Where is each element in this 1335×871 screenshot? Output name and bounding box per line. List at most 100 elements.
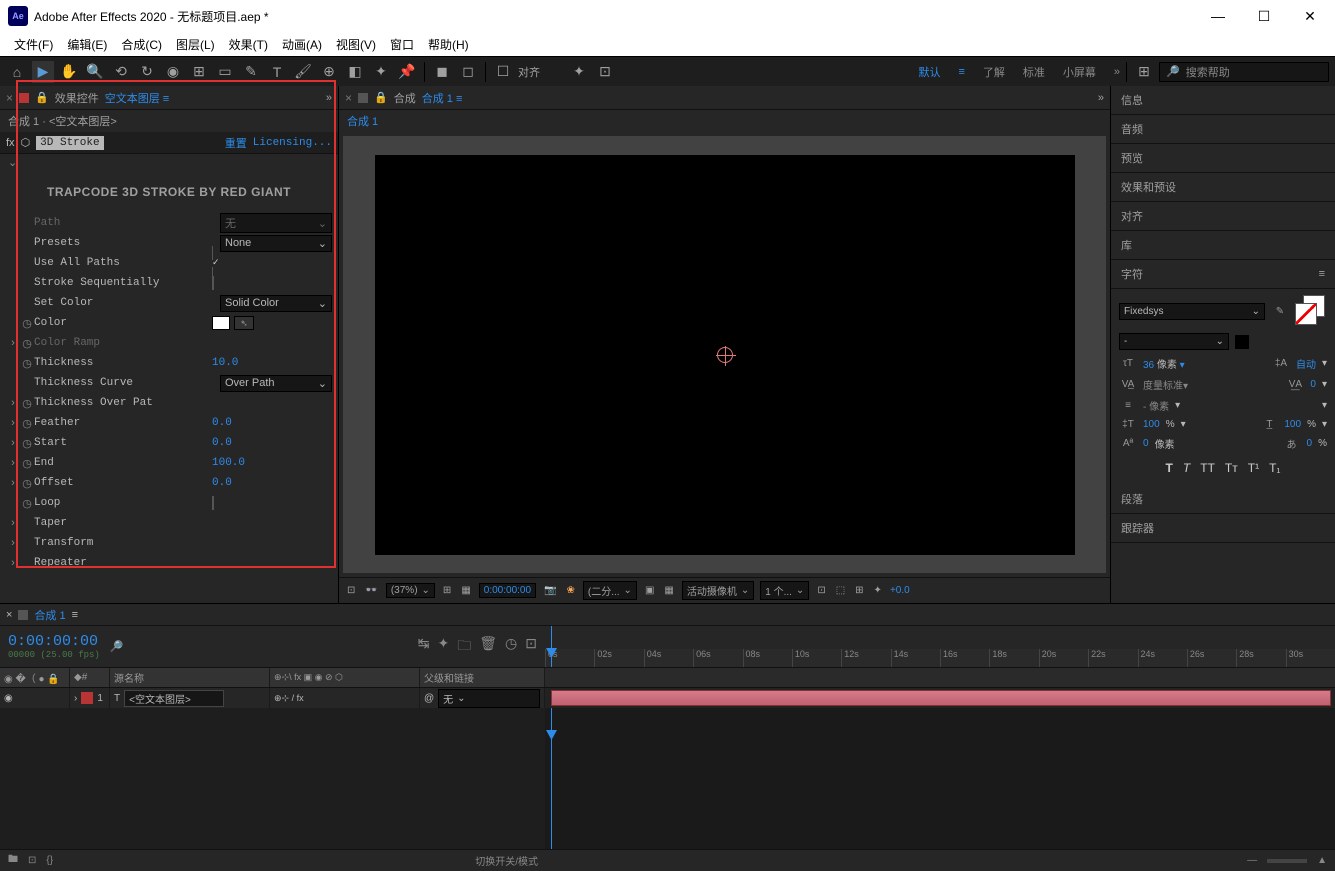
prop-loop-checkbox[interactable] [212,496,214,510]
panel-character[interactable]: 字符≡ [1111,260,1335,289]
composition-tab[interactable]: × 🔒 合成 合成 1 ≡ » [339,86,1110,110]
licensing-link[interactable]: Licensing... [253,137,332,149]
maximize-button[interactable]: ☐ [1241,1,1287,31]
prop-end-value[interactable]: 100.0 [212,457,332,469]
effect-name[interactable]: 3D Stroke [36,136,103,150]
workspace-overflow[interactable]: » [1114,66,1120,78]
workspace-learn[interactable]: 了解 [983,64,1005,80]
brush-tool[interactable]: 🖌 [292,61,314,83]
resolution-dropdown[interactable]: (二分... ⌄ [583,581,637,600]
layer-visibility-icon[interactable]: ◉ [0,688,70,708]
prop-taper-label[interactable]: Taper [34,517,332,529]
close-tab-icon[interactable]: × [6,91,13,105]
kerning-value[interactable]: 0 [1310,379,1316,390]
menu-anim[interactable]: 动画(A) [276,34,328,55]
layer-duration-bar[interactable] [551,690,1331,706]
baseline-value[interactable]: 0 [1143,438,1149,449]
tl-icon[interactable]: ⊡ [525,635,537,659]
effect-header[interactable]: fx ⬡ 3D Stroke 重置 Licensing... [0,132,338,154]
panel-info[interactable]: 信息 [1111,86,1335,115]
puppet-tool[interactable]: 📌 [396,61,418,83]
tl-icon[interactable]: ◷ [505,635,517,659]
exposure-value[interactable]: +0.0 [890,585,910,596]
views-dropdown[interactable]: 1 个... ⌄ [760,581,809,600]
panel-menu-icon[interactable]: ≡ [1319,268,1325,280]
panel-effects[interactable]: 效果和预设 [1111,173,1335,202]
tl-icon[interactable]: ↹ [418,635,430,659]
roto-tool[interactable]: ✦ [370,61,392,83]
layer-color[interactable] [81,692,93,704]
prop-feather-value[interactable]: 0.0 [212,417,332,429]
subscript-button[interactable]: T₁ [1269,461,1280,475]
eyedropper-icon[interactable]: ✎ [1271,306,1289,317]
lock-icon[interactable]: 🔒 [35,91,49,104]
tl-icon[interactable]: 🗑 [479,635,497,659]
smallcaps-button[interactable]: Tᴛ [1225,461,1238,475]
font-family-dropdown[interactable]: Fixedsys⌄ [1119,303,1265,320]
panel-align[interactable]: 对齐 [1111,202,1335,231]
parent-dropdown[interactable]: 无⌄ [438,689,540,708]
leading-value[interactable]: 自动 [1296,356,1316,371]
rect-tool[interactable]: ▭ [214,61,236,83]
menu-file[interactable]: 文件(F) [8,34,59,55]
prop-strokeseq-checkbox[interactable] [212,276,214,290]
stroke-swatch[interactable] [1235,335,1249,349]
snapshot-icon[interactable]: 📷 [542,585,558,596]
menu-layer[interactable]: 图层(L) [170,34,221,55]
superscript-button[interactable]: T¹ [1248,461,1259,475]
prop-repeater-label[interactable]: Repeater [34,557,332,569]
workspace-standard[interactable]: 标准 [1023,64,1045,80]
tab-overflow-icon[interactable]: » [326,92,332,104]
anchor-point-icon[interactable] [717,347,733,363]
tl-foot-icon[interactable]: {} [46,855,53,866]
channel-icon[interactable]: ❀ [564,585,576,596]
help-search[interactable]: 🔎 搜索帮助 [1159,62,1329,82]
menu-window[interactable]: 窗口 [384,34,420,55]
reset-link[interactable]: 重置 [225,135,247,151]
toggle-switches[interactable]: 切换开关/模式 [475,853,538,868]
selection-tool[interactable]: ▶ [32,61,54,83]
camera-tool[interactable]: ◉ [162,61,184,83]
playhead[interactable] [551,626,552,667]
col-source[interactable]: 源名称 [110,668,270,687]
prop-thickness-value[interactable]: 10.0 [212,357,332,369]
twirl-icon[interactable]: › [74,693,77,704]
3d-icon[interactable]: 👓 [363,585,379,596]
zoom-dropdown[interactable]: (37%) ⌄ [386,583,435,598]
baseline-dropdown[interactable]: - 像素 [1143,398,1169,413]
zoom-out-icon[interactable]: — [1247,855,1257,866]
panel-tracker[interactable]: 跟踪器 [1111,514,1335,543]
rotate-tool[interactable]: ↻ [136,61,158,83]
tl-icon[interactable]: 🗀 [457,635,471,659]
composition-viewer[interactable] [343,136,1106,573]
layer-switches[interactable]: ⊕⊹ / fx [270,688,420,708]
effect-controls-tab[interactable]: × 🔒 效果控件 空文本图层 ≡ » [0,86,338,110]
prop-color-swatch[interactable] [212,316,230,330]
workspace-small[interactable]: 小屏幕 [1063,64,1096,80]
layer-name[interactable]: <空文本图层> [124,690,224,707]
prop-path-value[interactable]: 无⌄ [220,213,332,233]
panel-library[interactable]: 库 [1111,231,1335,260]
transparency-icon[interactable]: ▦ [662,585,675,596]
vscale-value[interactable]: 100 [1143,419,1160,430]
bold-button[interactable]: T [1166,461,1173,475]
tab-layer-name[interactable]: 空文本图层 ≡ [105,90,169,106]
menu-view[interactable]: 视图(V) [330,34,382,55]
orbit-tool[interactable]: ⟲ [110,61,132,83]
fx-enable-icon[interactable]: fx [6,137,15,149]
pan-behind-tool[interactable]: ⊞ [188,61,210,83]
timeline-search[interactable]: 🔎 [110,640,408,653]
stamp-tool[interactable]: ⊕ [318,61,340,83]
stroke-button[interactable]: ◻ [457,61,479,83]
zoom-tool[interactable]: 🔍 [84,61,106,83]
layer-row[interactable]: ◉ ›1 T<空文本图层> ⊕⊹ / fx @无⌄ [0,688,1335,708]
comp-canvas[interactable] [375,155,1075,555]
prop-thickcurve-value[interactable]: Over Path⌄ [220,375,332,392]
content-aware-tool[interactable]: ⊡ [594,61,616,83]
comp-name[interactable]: 合成 1 ≡ [422,90,463,106]
prop-start-value[interactable]: 0.0 [212,437,332,449]
menu-edit[interactable]: 编辑(E) [61,34,113,55]
menu-effect[interactable]: 效果(T) [223,34,274,55]
hscale-value[interactable]: 100 [1284,419,1301,430]
stopwatch-icon[interactable]: ◷ [20,317,34,330]
